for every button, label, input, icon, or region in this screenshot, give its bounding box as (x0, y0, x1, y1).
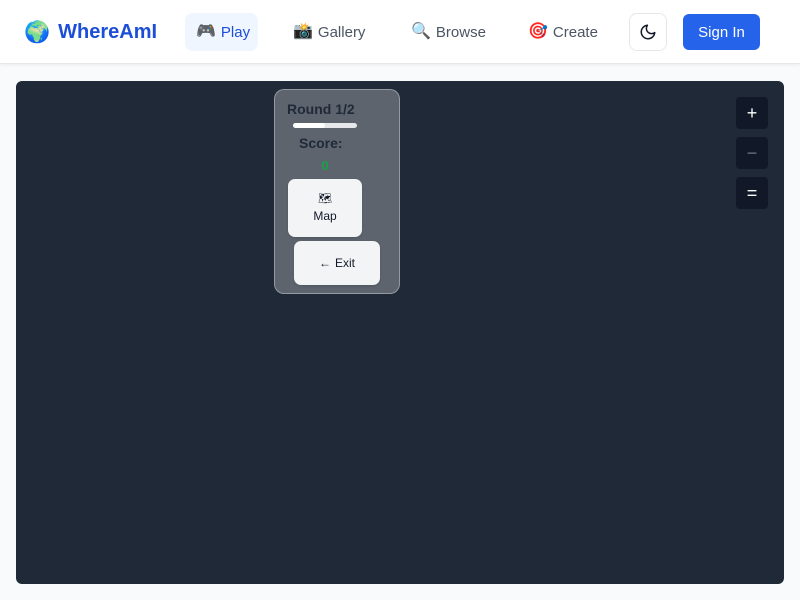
brand-logo[interactable]: 🌍 WhereAmI (24, 18, 157, 46)
map-view[interactable]: Round 1/2 Score: 0 🗺 Map ← Exit + − = (16, 81, 784, 584)
tab-create[interactable]: 🎯 Create (517, 13, 609, 51)
zoom-out-button[interactable]: − (736, 137, 768, 169)
round-progress-bar (293, 123, 357, 128)
top-navbar: 🌍 WhereAmI 🎮 Play 📸 Gallery 🔍 Browse 🎯 C… (0, 0, 800, 64)
map-button-label: Map (313, 208, 337, 223)
tab-play[interactable]: 🎮 Play (185, 13, 258, 51)
brand-name: WhereAmI (58, 20, 158, 43)
camera-icon: 📸 (293, 23, 313, 40)
score-label: Score: (299, 135, 343, 151)
map-icon: 🗺 (318, 192, 332, 205)
sign-in-button[interactable]: Sign In (683, 14, 760, 50)
exit-button[interactable]: ← Exit (294, 241, 380, 285)
gamepad-icon: 🎮 (196, 23, 216, 40)
moon-icon (640, 24, 656, 40)
score-value: 0 (321, 158, 329, 173)
round-progress-fill (293, 123, 325, 128)
magnifier-icon: 🔍 (411, 23, 431, 40)
arrow-left-icon: ← (318, 256, 331, 270)
tab-gallery[interactable]: 📸 Gallery (282, 13, 376, 51)
round-indicator: Round 1/2 (287, 101, 355, 117)
globe-icon: 🌍 (24, 20, 51, 44)
tab-browse-label: Browse (435, 23, 486, 41)
tab-gallery-label: Gallery (317, 23, 366, 41)
zoom-in-button[interactable]: + (736, 97, 768, 129)
tab-browse[interactable]: 🔍 Browse (400, 13, 497, 51)
theme-toggle-button[interactable] (629, 13, 667, 51)
tab-play-label: Play (220, 23, 251, 41)
target-icon: 🎯 (528, 23, 548, 40)
tab-create-label: Create (552, 23, 598, 41)
map-button[interactable]: 🗺 Map (288, 179, 362, 237)
game-status-panel: Round 1/2 Score: 0 🗺 Map ← Exit (274, 89, 400, 294)
layers-button[interactable]: = (736, 177, 768, 209)
exit-button-label: Exit (334, 256, 355, 270)
